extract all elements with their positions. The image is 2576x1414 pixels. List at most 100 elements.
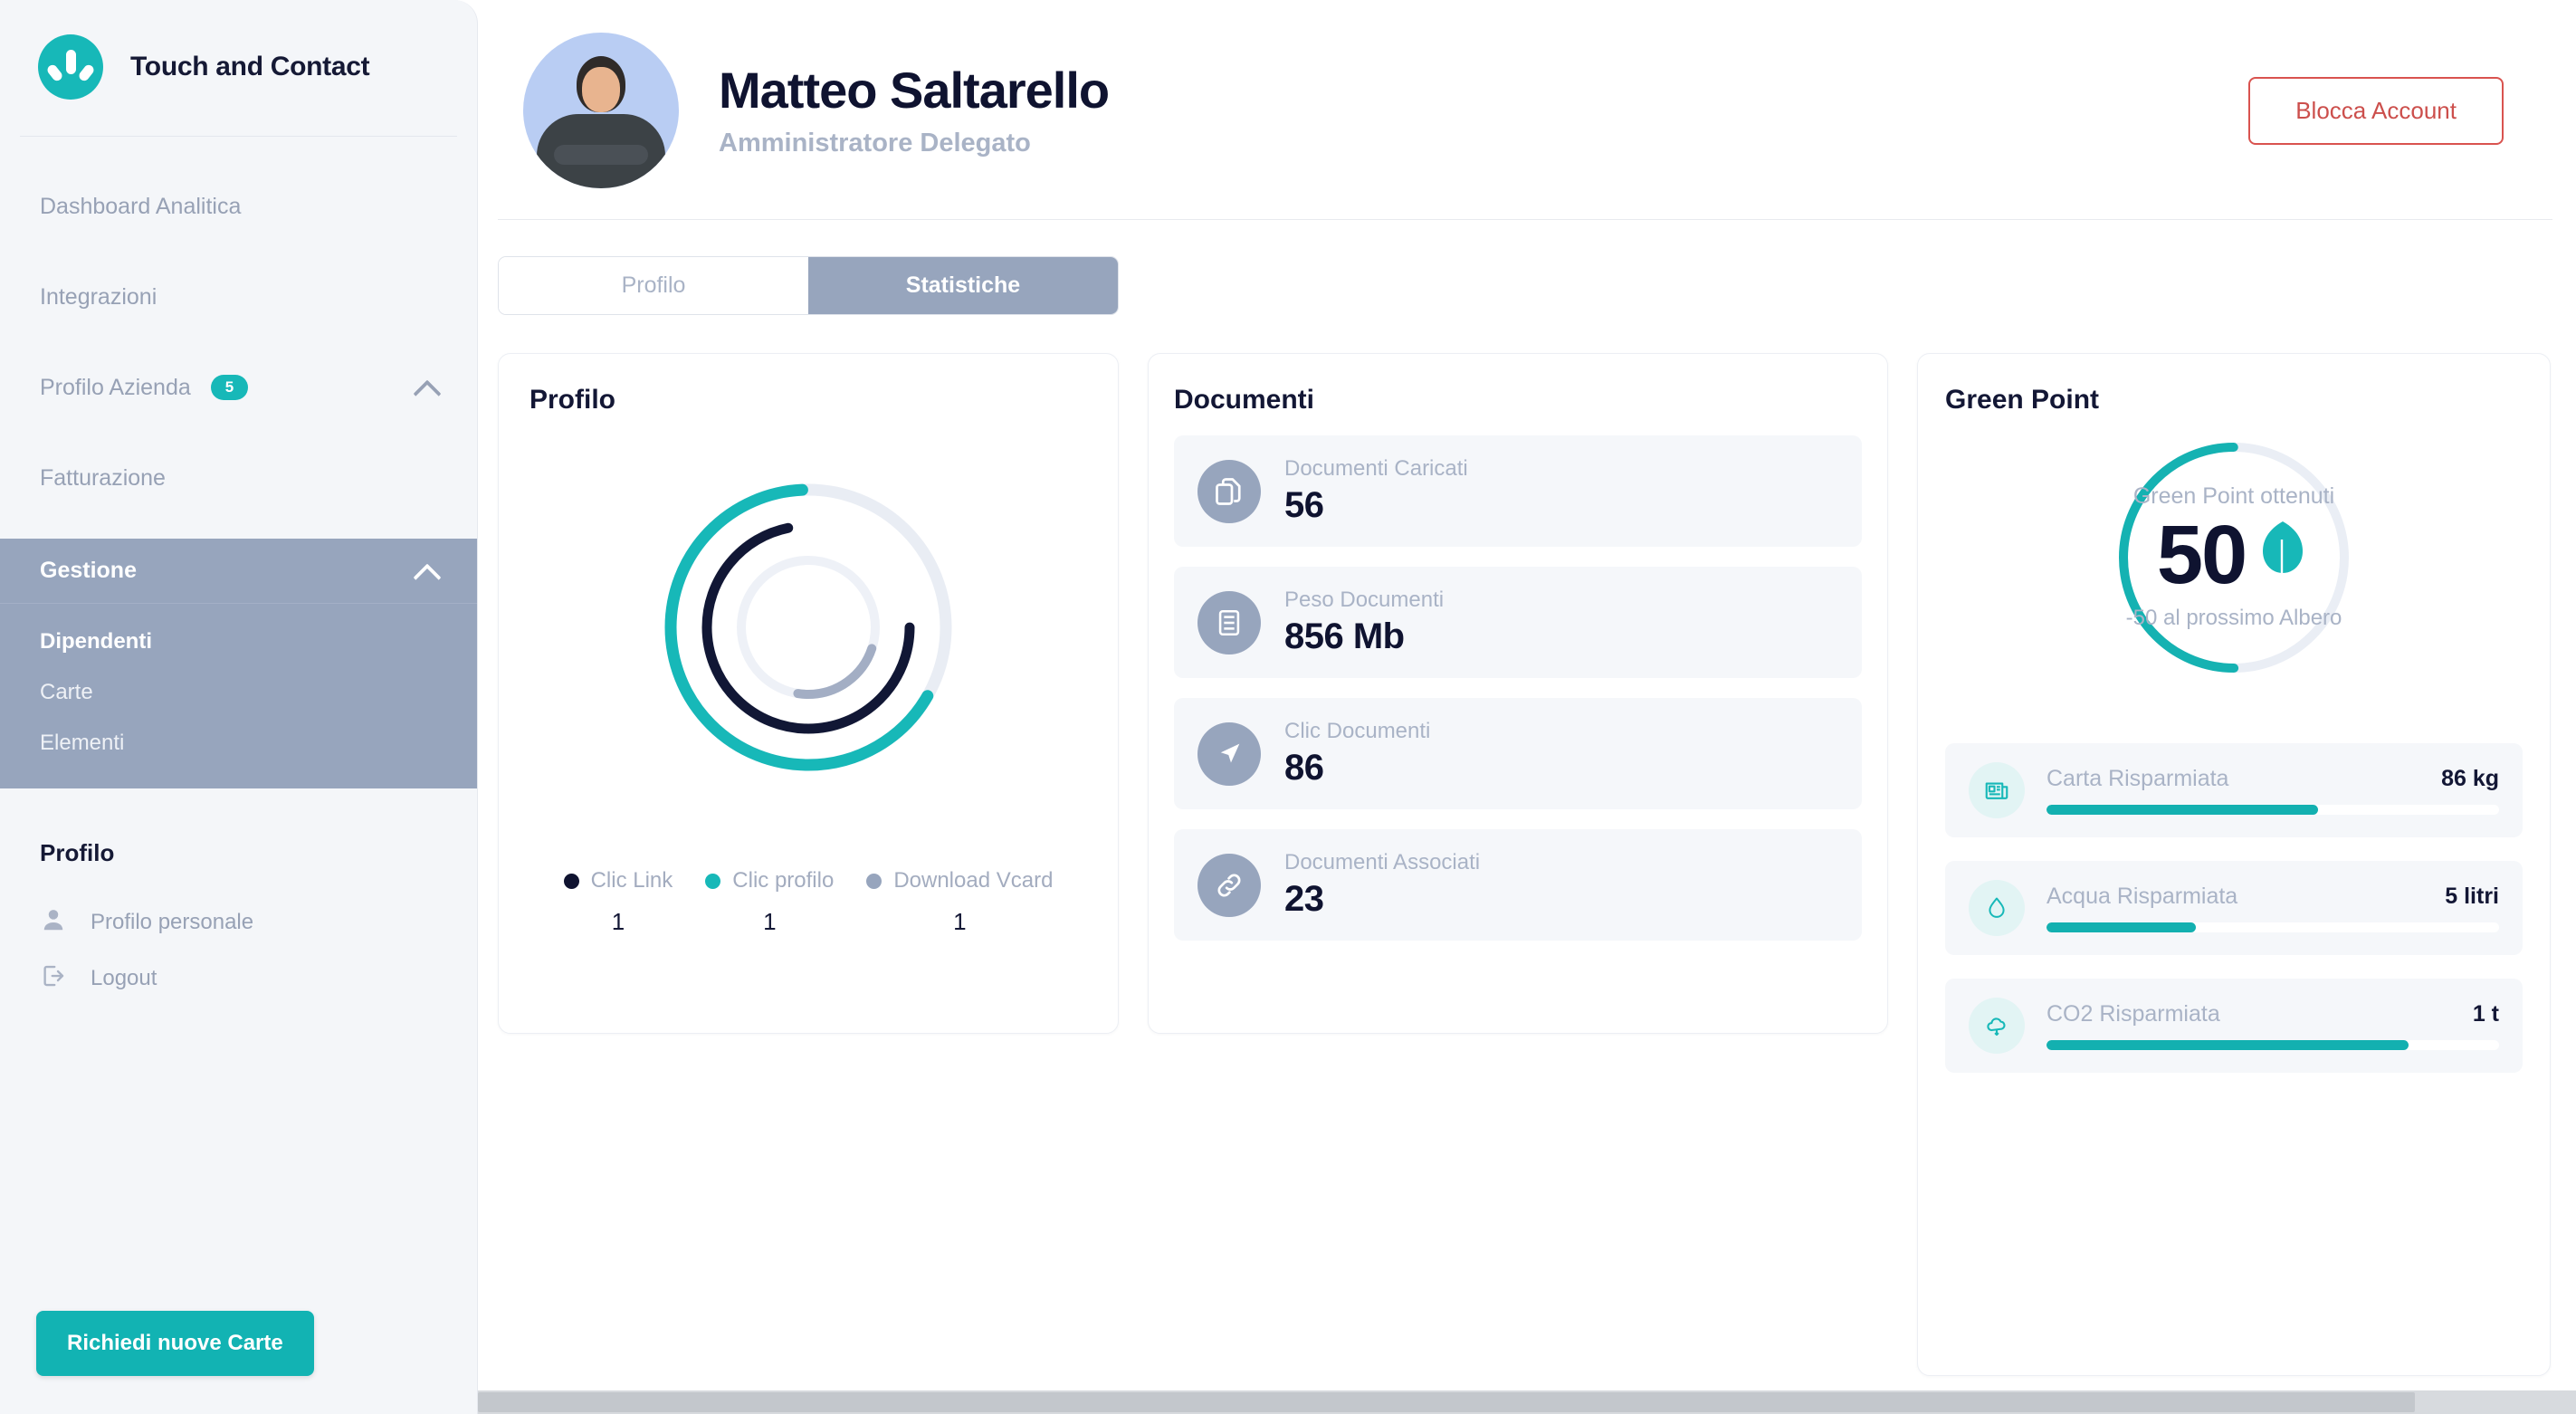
- documenti-row: Documenti Associati 23: [1174, 829, 1862, 941]
- sidebar-item-label: Dashboard Analitica: [40, 193, 242, 219]
- legend-item: Clic profilo 1: [705, 868, 834, 936]
- documenti-row-value: 56: [1284, 485, 1324, 525]
- header-divider: [498, 219, 2552, 220]
- documenti-row-label: Documenti Caricati: [1284, 456, 1468, 481]
- legend-value: 1: [611, 908, 625, 935]
- documenti-row-label: Peso Documenti: [1284, 588, 1445, 612]
- documenti-row-value: 86: [1284, 748, 1324, 788]
- sidebar-item-dashboard-analitica[interactable]: Dashboard Analitica: [0, 177, 477, 236]
- scrollbar-thumb[interactable]: [478, 1392, 2415, 1412]
- sidebar-item-fatturazione[interactable]: Fatturazione: [0, 448, 477, 508]
- legend-dot-download-vcard: [866, 873, 883, 889]
- sidebar-item-label: Fatturazione: [40, 464, 166, 491]
- legend-value: 1: [763, 908, 777, 935]
- documenti-row-label: Documenti Associati: [1284, 850, 1481, 874]
- chevron-up-icon[interactable]: [414, 379, 441, 396]
- green-point-card: Green Point Green Point ottenuti 50 -50 …: [1917, 353, 2551, 1376]
- user-role: Amministratore Delegato: [719, 129, 1031, 158]
- sidebar-profile-title: Profilo: [40, 839, 115, 866]
- green-point-stat-label: Carta Risparmiata: [2046, 766, 2229, 791]
- page-header: Matteo Saltarello Amministratore Delegat…: [478, 0, 2576, 188]
- sidebar-group-gestione: Gestione Dipendenti Carte Elementi: [0, 539, 477, 788]
- green-point-stat-row: CO2 Risparmiata 1 t: [1945, 979, 2523, 1073]
- richiedi-nuove-carte-button[interactable]: Richiedi nuove Carte: [36, 1311, 314, 1376]
- green-point-stat-label: Acqua Risparmiata: [2046, 884, 2238, 909]
- progress-bar: [2046, 922, 2499, 932]
- water-drop-icon: [1969, 880, 2025, 936]
- progress-bar: [2046, 1040, 2499, 1050]
- documenti-card: Documenti Documenti Caricati 56 Peso Doc…: [1148, 353, 1888, 1034]
- legend-item: Download Vcard 1: [866, 868, 1053, 936]
- green-point-stat-value: 1 t: [2472, 1001, 2499, 1027]
- green-point-ring-label: Green Point ottenuti: [2132, 482, 2335, 509]
- blocca-account-button[interactable]: Blocca Account: [2248, 76, 2504, 145]
- touch-logo-icon: [38, 34, 103, 100]
- profilo-donut-chart: [530, 446, 1087, 808]
- brand-name: Touch and Contact: [130, 52, 370, 81]
- user-identity: Matteo Saltarello Amministratore Delegat…: [719, 61, 1110, 159]
- green-point-stat-row: Carta Risparmiata 86 kg: [1945, 743, 2523, 837]
- legend-label: Download Vcard: [893, 868, 1054, 893]
- leaf-icon: [2255, 520, 2311, 589]
- green-point-card-title: Green Point: [1945, 385, 2100, 415]
- user-icon: [40, 906, 67, 940]
- documenti-row-value: 856 Mb: [1284, 616, 1405, 656]
- chevron-up-icon[interactable]: [414, 563, 441, 579]
- brand[interactable]: Touch and Contact: [0, 0, 477, 136]
- sidebar-nav: Dashboard Analitica Integrazioni Profilo…: [0, 137, 477, 788]
- sidebar-subitem-label: Dipendenti: [40, 629, 152, 654]
- green-point-value: 50: [2156, 508, 2247, 601]
- profilo-card: Profilo Clic Link 1 Clic profilo 1 Downl…: [498, 353, 1119, 1034]
- green-point-stat-value: 86 kg: [2441, 766, 2499, 791]
- legend-label: Clic profilo: [732, 868, 835, 893]
- profilo-card-title: Profilo: [530, 385, 615, 415]
- sidebar-item-elementi[interactable]: Elementi: [0, 718, 477, 769]
- sidebar-item-profilo-personale[interactable]: Profilo personale: [40, 894, 477, 951]
- documents-copy-icon: [1197, 459, 1261, 523]
- avatar: [523, 33, 679, 188]
- legend-item: Clic Link 1: [563, 868, 673, 936]
- sidebar-badge-count: 5: [210, 374, 249, 401]
- legend-dot-clic-profilo: [705, 873, 721, 889]
- sidebar-group-label: Gestione: [40, 558, 137, 583]
- progress-bar: [2046, 805, 2499, 815]
- newspaper-icon: [1969, 762, 2025, 818]
- documenti-row: Clic Documenti 86: [1174, 698, 1862, 809]
- documenti-row-value: 23: [1284, 879, 1324, 919]
- sidebar-group-header-gestione[interactable]: Gestione: [0, 539, 477, 604]
- sidebar-item-label: Integrazioni: [40, 283, 157, 310]
- navigation-cursor-icon: [1197, 721, 1261, 786]
- profilo-legend: Clic Link 1 Clic profilo 1 Download Vcar…: [530, 868, 1087, 936]
- sidebar-item-dipendenti[interactable]: Dipendenti: [0, 616, 477, 667]
- logout-icon: [40, 962, 67, 996]
- app-root: Touch and Contact Dashboard Analitica In…: [0, 0, 2576, 1414]
- sidebar-item-profilo-azienda[interactable]: Profilo Azienda 5: [0, 358, 477, 417]
- horizontal-scrollbar[interactable]: [478, 1390, 2576, 1414]
- documenti-row: Documenti Caricati 56: [1174, 435, 1862, 547]
- green-point-stat-row: Acqua Risparmiata 5 litri: [1945, 861, 2523, 955]
- sidebar-subitem-label: Elementi: [40, 731, 125, 755]
- sidebar-subitem-label: Carte: [40, 680, 93, 704]
- link-icon: [1197, 853, 1261, 917]
- page-title: Matteo Saltarello: [719, 61, 1110, 119]
- sidebar-item-logout[interactable]: Logout: [40, 951, 477, 1007]
- sidebar-item-label: Profilo personale: [91, 910, 254, 934]
- green-point-ring: Green Point ottenuti 50 -50 al prossimo …: [1945, 439, 2523, 676]
- documenti-row-label: Clic Documenti: [1284, 719, 1431, 743]
- legend-dot-clic-link: [563, 873, 579, 889]
- co2-cloud-icon: [1969, 998, 2025, 1054]
- sidebar-item-integrazioni[interactable]: Integrazioni: [0, 267, 477, 327]
- sidebar-item-carte[interactable]: Carte: [0, 667, 477, 718]
- main-content: Matteo Saltarello Amministratore Delegat…: [478, 0, 2576, 1414]
- sidebar-item-label: Logout: [91, 966, 157, 990]
- legend-value: 1: [953, 908, 967, 935]
- tab-statistiche[interactable]: Statistiche: [808, 257, 1118, 314]
- documenti-card-title: Documenti: [1174, 385, 1315, 415]
- sidebar-profile-section: Profilo Profilo personale Logout: [0, 788, 477, 1007]
- green-point-center: Green Point ottenuti 50 -50 al prossimo …: [1945, 439, 2523, 676]
- sidebar-cta-wrap: Richiedi nuove Carte: [36, 1311, 314, 1376]
- legend-label: Clic Link: [590, 868, 673, 893]
- green-point-note: -50 al prossimo Albero: [2125, 605, 2342, 630]
- tab-profilo[interactable]: Profilo: [499, 257, 808, 314]
- cards-row: Profilo Clic Link 1 Clic profilo 1 Downl…: [498, 353, 2576, 1376]
